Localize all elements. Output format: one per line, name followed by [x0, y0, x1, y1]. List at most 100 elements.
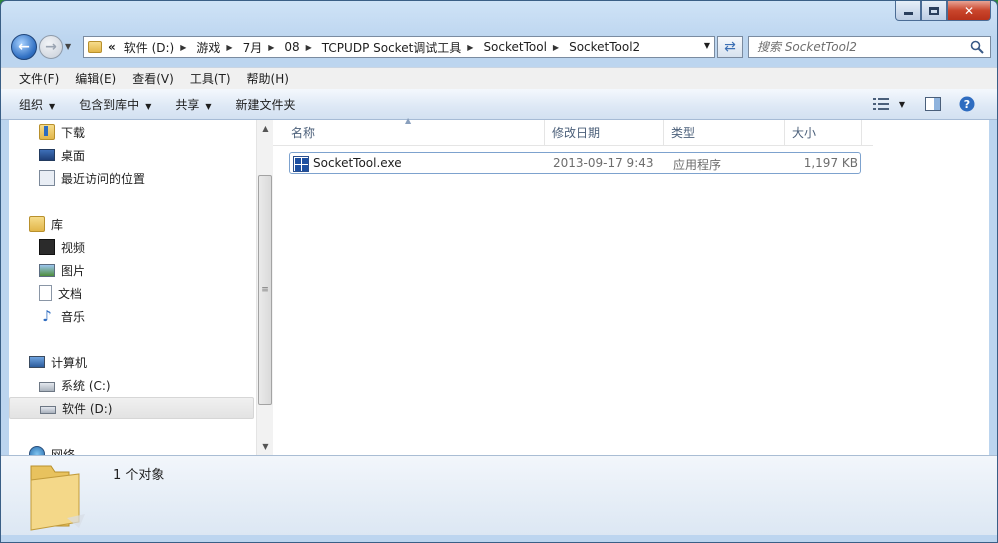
- scrollbar-thumb[interactable]: ≡: [258, 175, 272, 405]
- organize-label: 组织: [19, 97, 44, 112]
- menu-file[interactable]: 文件(F): [11, 68, 67, 89]
- nav-item-drive-d[interactable]: 软件 (D:): [9, 397, 254, 419]
- nav-item-libraries[interactable]: 库: [9, 213, 254, 235]
- menu-help[interactable]: 帮助(H): [239, 68, 297, 89]
- breadcrumb-item[interactable]: 7月: [243, 39, 263, 56]
- minimize-icon: [903, 12, 913, 15]
- breadcrumb-item[interactable]: 软件 (D:): [124, 39, 174, 56]
- forward-button[interactable]: →: [39, 35, 63, 59]
- nav-item-computer[interactable]: 计算机: [9, 351, 254, 373]
- menu-tools[interactable]: 工具(T): [182, 68, 239, 89]
- close-button[interactable]: ✕: [947, 1, 991, 21]
- item-count: 1 个对象: [113, 468, 165, 483]
- navigation-pane: 下载 桌面 最近访问的位置 库 视频 图片 文档 ♪ 音乐 计算机 系统 (C:…: [9, 120, 254, 455]
- nav-item-desktop[interactable]: 桌面: [9, 144, 254, 166]
- breadcrumb-item[interactable]: SocketTool: [483, 40, 546, 54]
- chevron-down-icon: ▼: [145, 101, 152, 111]
- drive-icon: [40, 406, 56, 414]
- breadcrumb-item[interactable]: 08: [284, 40, 299, 54]
- share-button[interactable]: 共享 ▼: [165, 92, 221, 117]
- back-button[interactable]: ←: [11, 34, 37, 60]
- forward-arrow-icon: →: [45, 39, 57, 55]
- share-label: 共享: [175, 97, 200, 112]
- search-icon[interactable]: [970, 40, 984, 54]
- address-dropdown-icon[interactable]: ▼: [704, 41, 710, 50]
- address-bar[interactable]: « 软件 (D:) ▶ 游戏 ▶ 7月 ▶ 08 ▶ TCPUDP Socket调试工具…: [83, 36, 715, 58]
- folder-icon: [88, 41, 102, 53]
- nav-item-label: 桌面: [61, 148, 86, 163]
- nav-item-label: 视频: [61, 240, 86, 255]
- breadcrumb-separator-icon[interactable]: ▶: [226, 43, 232, 52]
- recent-pages-dropdown[interactable]: ▼: [65, 42, 71, 51]
- folder-icon: [30, 465, 85, 531]
- column-header-modified[interactable]: 修改日期: [544, 120, 664, 146]
- breadcrumb-item[interactable]: SocketTool2: [569, 40, 640, 54]
- menu-view[interactable]: 查看(V): [124, 68, 182, 89]
- breadcrumb-separator-icon[interactable]: ▶: [306, 43, 312, 52]
- file-list-pane: ▲ 名称 修改日期 类型 大小 SocketTool.exe 2013-09-1…: [273, 116, 989, 455]
- nav-item-pictures[interactable]: 图片: [9, 259, 254, 281]
- file-size: 1,197 KB: [803, 156, 858, 170]
- column-header-name[interactable]: 名称: [283, 120, 545, 146]
- desktop-icon: [39, 149, 55, 161]
- include-in-library-button[interactable]: 包含到库中 ▼: [69, 92, 161, 117]
- svg-text:?: ?: [964, 98, 970, 111]
- breadcrumb-item[interactable]: TCPUDP Socket调试工具: [322, 39, 461, 56]
- downloads-folder-icon: [39, 124, 55, 140]
- breadcrumb-separator-icon[interactable]: ▶: [268, 43, 274, 52]
- breadcrumb-item[interactable]: 游戏: [196, 39, 220, 56]
- column-header-size[interactable]: 大小: [784, 120, 862, 146]
- file-name: SocketTool.exe: [313, 156, 402, 170]
- video-icon: [39, 239, 55, 255]
- nav-item-label: 系统 (C:): [61, 378, 111, 393]
- maximize-button[interactable]: [921, 1, 947, 21]
- refresh-icon: ⇄: [724, 39, 736, 55]
- help-icon: ?: [959, 96, 975, 112]
- menu-bar: 文件(F) 编辑(E) 查看(V) 工具(T) 帮助(H): [1, 67, 997, 89]
- nav-item-videos[interactable]: 视频: [9, 236, 254, 258]
- column-header-type[interactable]: 类型: [663, 120, 785, 146]
- search-input[interactable]: [757, 40, 957, 54]
- scroll-up-icon[interactable]: ▲: [257, 120, 274, 137]
- help-button[interactable]: ?: [955, 93, 979, 115]
- include-in-library-label: 包含到库中: [79, 97, 140, 112]
- nav-item-label: 图片: [61, 263, 86, 278]
- recent-places-icon: [39, 170, 55, 186]
- navigation-scrollbar[interactable]: ▲ ≡ ▼: [256, 120, 273, 455]
- file-type: 应用程序: [673, 158, 722, 172]
- minimize-button[interactable]: [895, 1, 921, 21]
- details-pane: 1 个对象: [1, 455, 997, 535]
- organize-button[interactable]: 组织 ▼: [9, 92, 65, 117]
- maximize-icon: [929, 6, 939, 15]
- breadcrumb-separator-icon[interactable]: ▶: [180, 43, 186, 52]
- menu-edit[interactable]: 编辑(E): [67, 68, 124, 89]
- nav-item-downloads[interactable]: 下载: [9, 121, 254, 143]
- chevron-down-icon: ▼: [49, 101, 56, 111]
- nav-item-label: 计算机: [51, 355, 88, 370]
- new-folder-button[interactable]: 新建文件夹: [226, 92, 306, 117]
- nav-item-drive-c[interactable]: 系统 (C:): [9, 374, 254, 396]
- chevron-down-icon: ▼: [898, 99, 906, 109]
- scroll-down-icon[interactable]: ▼: [257, 438, 274, 455]
- details-view-icon: [872, 98, 889, 110]
- nav-item-label: 音乐: [61, 309, 86, 324]
- file-modified: 2013-09-17 9:43: [553, 156, 654, 170]
- nav-item-documents[interactable]: 文档: [9, 282, 254, 304]
- pictures-icon: [39, 263, 55, 277]
- breadcrumb-separator-icon[interactable]: ▶: [467, 43, 473, 52]
- network-icon: [29, 446, 45, 455]
- file-row[interactable]: SocketTool.exe 2013-09-17 9:43 应用程序 1,19…: [289, 152, 861, 174]
- breadcrumb-separator-icon[interactable]: ▶: [553, 43, 559, 52]
- breadcrumb-overflow[interactable]: «: [108, 40, 116, 54]
- music-note-icon: ♪: [42, 307, 52, 325]
- refresh-button[interactable]: ⇄: [717, 36, 743, 58]
- system-drive-icon: [39, 382, 55, 392]
- caption-buttons: ✕: [895, 1, 991, 21]
- nav-item-music[interactable]: ♪ 音乐: [9, 305, 254, 327]
- column-headers: ▲ 名称 修改日期 类型 大小: [273, 116, 873, 146]
- search-box[interactable]: [748, 36, 991, 58]
- nav-item-network[interactable]: 网络: [9, 443, 254, 455]
- change-view-button[interactable]: ▼: [869, 93, 909, 115]
- preview-pane-button[interactable]: [921, 93, 945, 115]
- nav-item-recent-places[interactable]: 最近访问的位置: [9, 167, 254, 189]
